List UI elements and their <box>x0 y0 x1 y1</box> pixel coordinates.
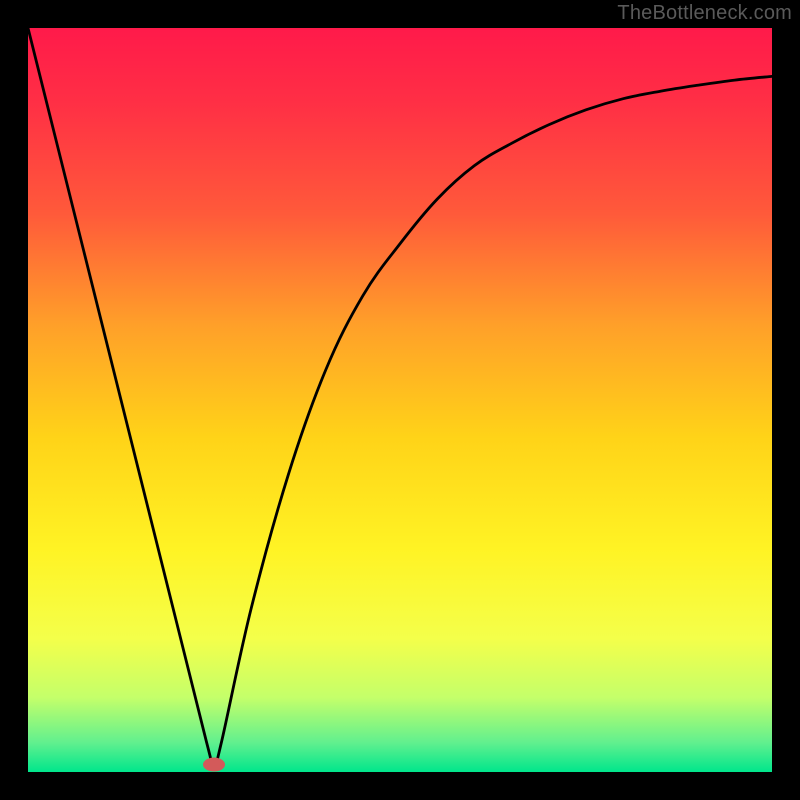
optimal-point-marker <box>203 758 225 772</box>
plot-area <box>28 28 772 772</box>
gradient-background <box>28 28 772 772</box>
chart-svg <box>28 28 772 772</box>
chart-frame: TheBottleneck.com <box>0 0 800 800</box>
watermark-text: TheBottleneck.com <box>617 2 792 25</box>
